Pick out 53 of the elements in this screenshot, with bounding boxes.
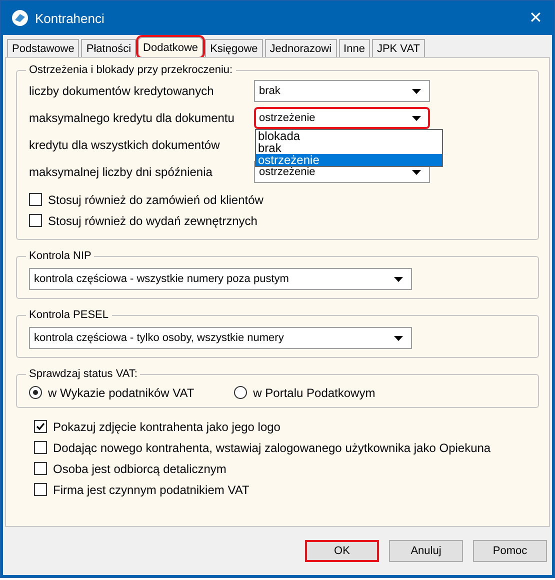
app-logo-icon	[11, 9, 29, 27]
dialog-button[interactable]: Anuluj	[389, 540, 463, 562]
dropdown[interactable]: kontrola częściowa - tylko osoby, wszystkie numery	[29, 327, 412, 349]
dropdown-option[interactable]: blokada	[256, 130, 442, 142]
dropdown-value: kontrola częściowa - tylko osoby, wszystkie numery	[34, 332, 285, 344]
checkbox-label: Stosuj również do zamówień od klientów	[48, 192, 264, 206]
dropdown[interactable]: brak	[254, 80, 430, 102]
tab[interactable]: Jednorazowi	[264, 39, 337, 57]
group-title: Kontrola PESEL	[28, 309, 110, 321]
group-title: Ostrzeżenia i blokady przy przekroczeniu:	[28, 64, 234, 76]
checkbox[interactable]	[34, 441, 47, 454]
tab[interactable]: Dodatkowe	[138, 37, 204, 57]
group-title: Sprawdzaj status VAT:	[28, 368, 138, 380]
dropdown-value: ostrzeżenie	[259, 112, 316, 124]
field-label: maksymalnego kredytu dla dokumentu	[29, 111, 234, 125]
checkbox-label: Dodając nowego kontrahenta, wstawiaj zalogowanego użytkownika jako Opiekuna	[53, 440, 491, 454]
checkbox-label: Firma jest czynnym podatnikiem VAT	[53, 482, 250, 496]
checkbox-label: Osoba jest odbiorcą detalicznym	[53, 462, 226, 476]
radio-label: w Portalu Podatkowym	[253, 386, 376, 400]
dropdown-option[interactable]: brak	[256, 142, 442, 154]
dropdown-arrow-icon	[412, 88, 421, 94]
dropdown-value: ostrzeżenie	[259, 166, 316, 178]
close-button[interactable]: ✕	[519, 8, 552, 28]
field-label: maksymalnej liczby dni spóźnienia	[29, 165, 212, 179]
dropdown-value: brak	[259, 85, 282, 97]
checkbox[interactable]	[34, 462, 47, 475]
dropdown-arrow-icon	[412, 170, 421, 174]
dropdown-option[interactable]: ostrzeżenie	[256, 154, 442, 166]
checkbox-label: Pokazuj zdjęcie kontrahenta jako jego logo	[53, 420, 280, 434]
dropdown-arrow-icon	[394, 276, 403, 282]
dropdown-value: kontrola częściowa - wszystkie numery poza pustym	[34, 273, 290, 285]
window-title: Kontrahenci	[35, 10, 106, 26]
checkbox[interactable]	[29, 214, 42, 227]
dialog-button[interactable]: Pomoc	[473, 540, 547, 562]
dropdown[interactable]: kontrola częściowa - wszystkie numery poza pustym	[29, 268, 412, 290]
checkbox[interactable]	[34, 420, 47, 433]
checkbox-label: Stosuj również do wydań zewnętrznych	[48, 214, 258, 228]
tab[interactable]: Inne	[338, 39, 370, 57]
dropdown-arrow-icon	[394, 336, 403, 340]
radio-button[interactable]	[29, 386, 42, 399]
group-title: Kontrola NIP	[28, 250, 92, 262]
dropdown-arrow-icon	[412, 116, 421, 120]
tab[interactable]: Podstawowe	[7, 39, 80, 57]
radio-button[interactable]	[234, 386, 248, 399]
field-label: kredytu dla wszystkich dokumentów	[29, 138, 220, 152]
checkbox[interactable]	[34, 483, 47, 496]
tab[interactable]: JPK VAT	[372, 39, 425, 57]
tab[interactable]: Księgowe	[205, 39, 263, 57]
tab[interactable]: Płatności	[81, 39, 136, 57]
radio-label: w Wykazie podatników VAT	[48, 386, 194, 400]
checkbox[interactable]	[29, 193, 42, 206]
field-label: liczby dokumentów kredytowanych	[29, 84, 214, 98]
dialog-button[interactable]: OK	[305, 540, 379, 562]
